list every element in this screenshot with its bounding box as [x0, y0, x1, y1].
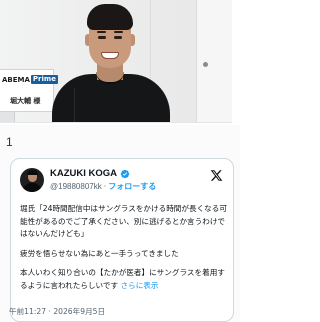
door	[196, 0, 232, 122]
display-name-row: KAZUKI KOGA	[50, 168, 130, 179]
tweet-paragraph-1: 堀氏「24時間配信中はサングラスをかける時間が長くなる可能性があるのでご了承くだ…	[20, 204, 227, 239]
separator-dot: ·	[103, 182, 107, 191]
prime-badge: Prime	[30, 75, 58, 84]
user-handle[interactable]: @19880807kk	[50, 182, 102, 191]
name-plate: ABEMA Prime 堀大輔 様	[0, 69, 58, 112]
shirt-seam	[74, 88, 75, 122]
abema-logo: ABEMA	[2, 75, 30, 84]
tweet-paragraph-3: 本人いわく知り合いの【たかが医者】にサングラスを着用するように言われたらしいです…	[20, 267, 227, 292]
avatar-body	[23, 183, 41, 192]
person-hair	[87, 4, 133, 30]
section-number: 1	[6, 135, 13, 149]
handle-row: @19880807kk · フォローする	[50, 181, 156, 192]
door-knob	[203, 62, 208, 67]
person-brow-right	[114, 31, 123, 33]
page: ABEMA Prime 堀大輔 様 1 KAZUKI KOGA @1988080…	[0, 0, 240, 322]
verified-badge-icon	[120, 169, 130, 178]
follow-button[interactable]: フォローする	[108, 181, 156, 192]
photo-edge	[232, 0, 240, 125]
avatar[interactable]	[20, 168, 44, 192]
tweet-paragraph-2: 疲労を悟らせない為にあと一手うってきました	[20, 248, 179, 258]
show-more-link[interactable]: さらに表示	[121, 281, 159, 290]
x-logo-icon[interactable]	[210, 169, 223, 182]
tweet-text: 堀氏「24時間配信中はサングラスをかける時間が長くなる可能性があるのでご了承くだ…	[20, 203, 227, 300]
tweet-timestamp[interactable]: 午前11:27 · 2026年9月5日	[9, 306, 105, 317]
person-brow-left	[97, 31, 106, 33]
tweet-embed[interactable]: KAZUKI KOGA @19880807kk · フォローする 堀氏「24時間…	[10, 158, 234, 322]
plate-name: 堀大輔 様	[10, 97, 41, 105]
avatar-hair	[27, 170, 38, 175]
person-smile	[101, 52, 119, 59]
embedded-photo[interactable]: ABEMA Prime 堀大輔 様	[0, 0, 232, 123]
display-name[interactable]: KAZUKI KOGA	[50, 168, 117, 179]
person-eye-right	[114, 36, 122, 39]
person-eye-left	[98, 36, 106, 39]
abema-logo-row: ABEMA Prime	[2, 74, 58, 85]
photo-card: ABEMA Prime 堀大輔 様	[0, 0, 240, 125]
